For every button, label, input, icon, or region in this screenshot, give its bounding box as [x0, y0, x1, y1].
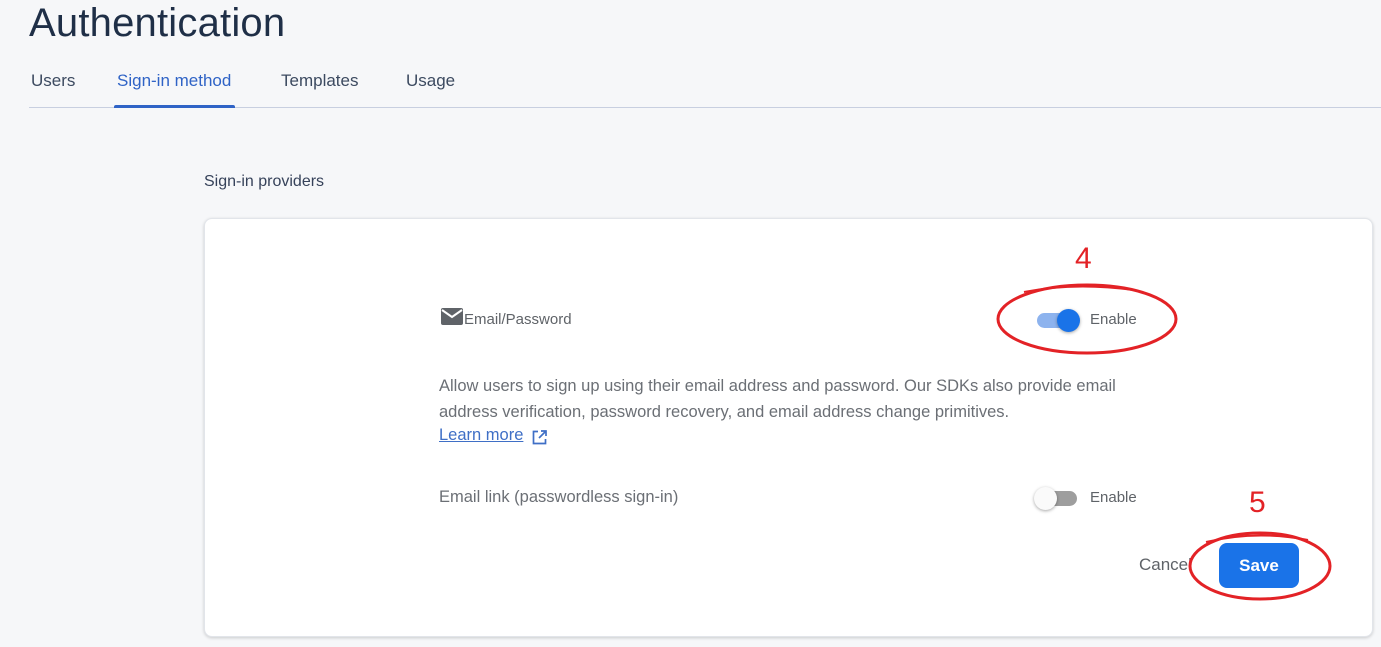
save-button[interactable]: Save [1219, 543, 1299, 588]
section-title: Sign-in providers [204, 173, 325, 190]
annotation-step-5: 5 [1249, 486, 1266, 519]
learn-more-link[interactable]: Learn more [439, 426, 523, 445]
tab-users[interactable]: Users [31, 71, 75, 107]
email-password-enable-label: Enable [1090, 311, 1137, 328]
provider-description: Allow users to sign up using their email… [439, 377, 1116, 421]
provider-name: Email/Password [464, 311, 572, 328]
mail-icon [440, 307, 464, 327]
annotation-step-4: 4 [1075, 242, 1092, 275]
email-password-enable-toggle[interactable] [1034, 308, 1080, 332]
tab-sign-in-method[interactable]: Sign-in method [113, 71, 236, 108]
provider-card: Email/Password Enable Allow users to sig… [204, 218, 1373, 637]
tab-templates[interactable]: Templates [281, 71, 358, 107]
tab-bar: Users Sign-in method Templates Usage [29, 62, 1381, 108]
email-link-enable-label: Enable [1090, 489, 1137, 506]
toggle-thumb [1057, 309, 1080, 332]
cancel-button[interactable]: Cancel [1139, 555, 1195, 575]
email-link-label: Email link (passwordless sign-in) [439, 488, 679, 506]
email-link-enable-toggle[interactable] [1034, 486, 1080, 510]
tab-usage[interactable]: Usage [406, 71, 455, 107]
toggle-thumb [1034, 487, 1057, 510]
page-title: Authentication [29, 1, 286, 45]
open-in-new-icon[interactable] [531, 429, 548, 446]
